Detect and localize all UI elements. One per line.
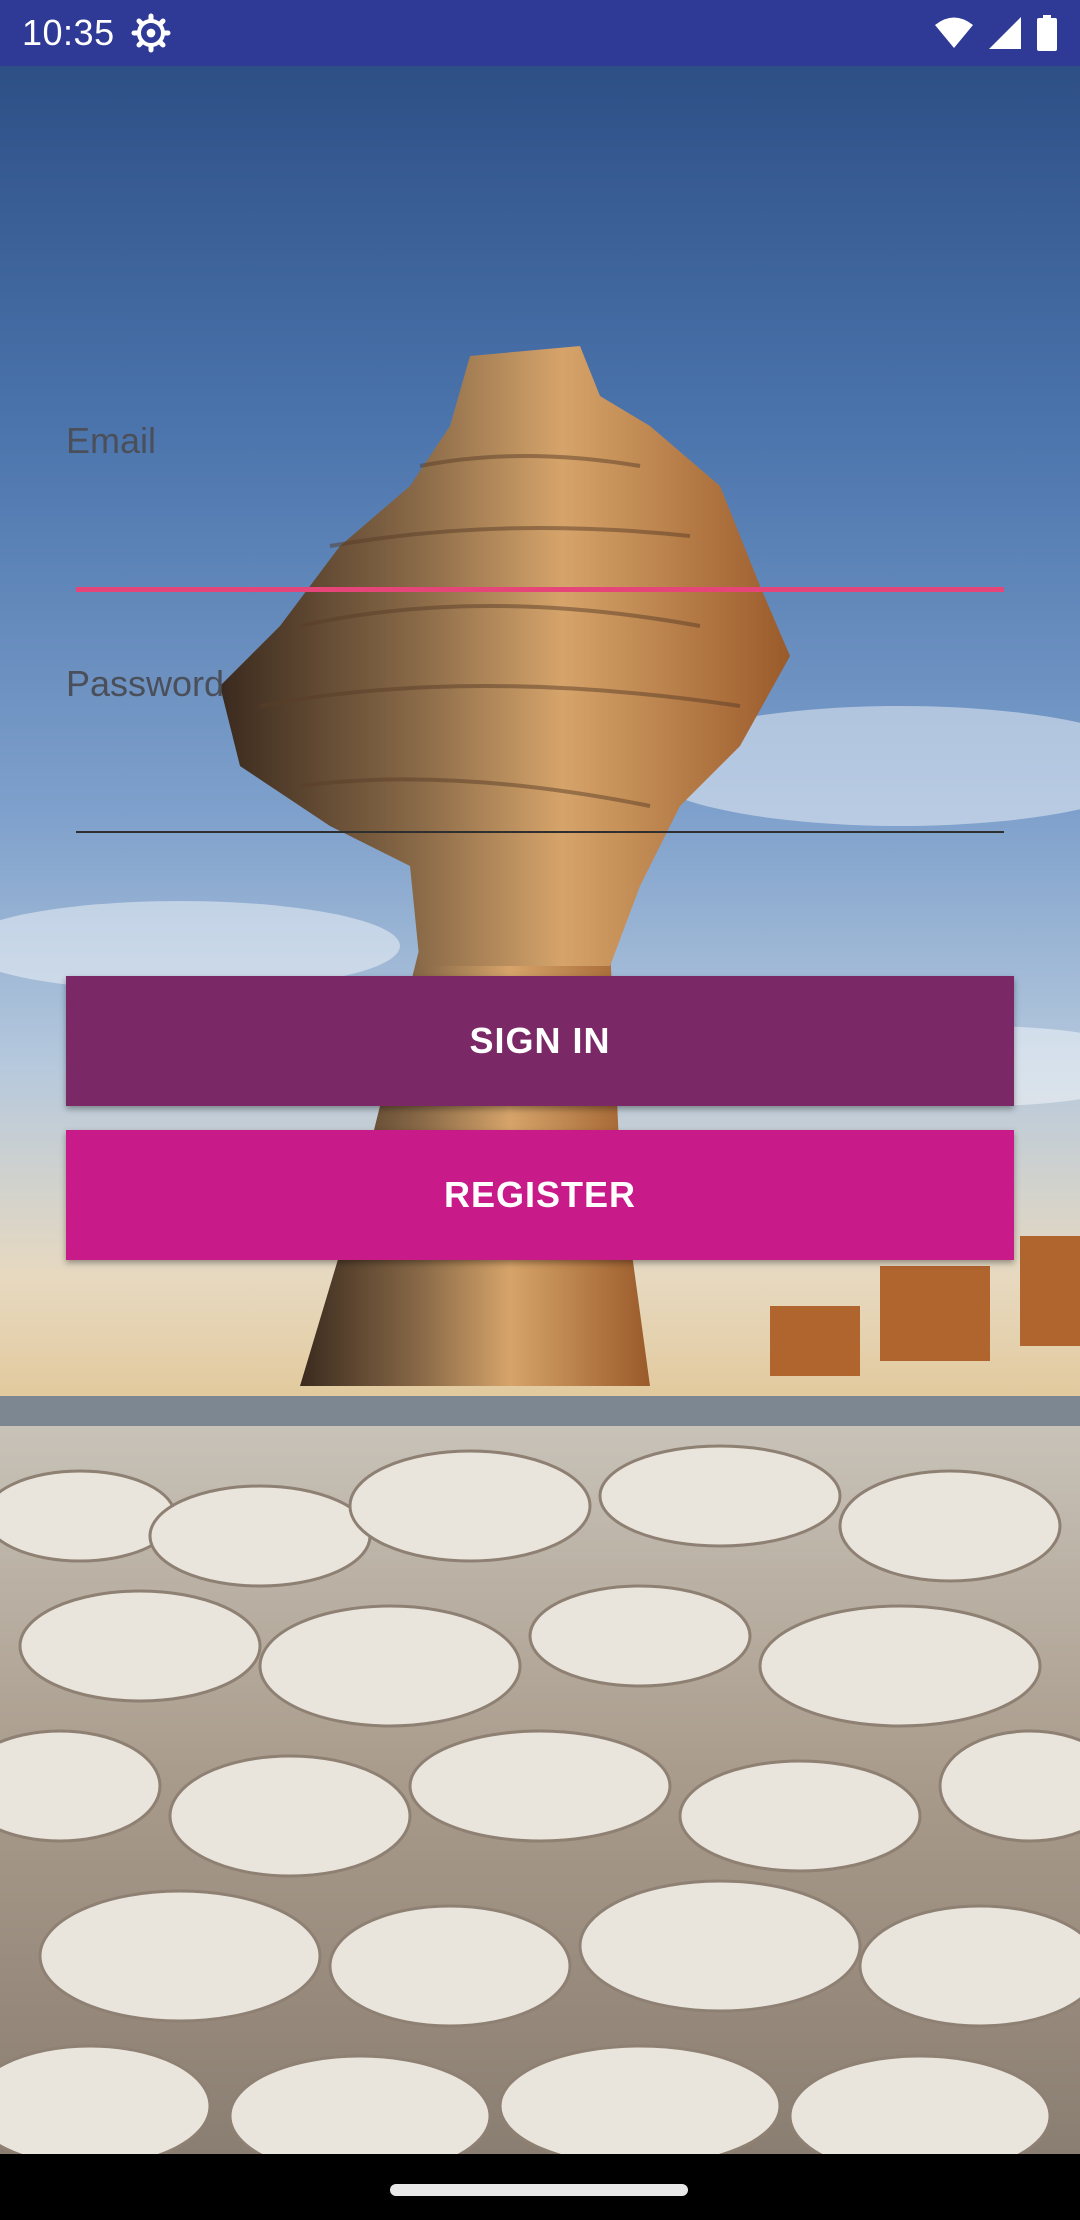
background-photo — [0, 66, 1080, 2154]
status-time: 10:35 — [22, 12, 115, 53]
email-field[interactable] — [76, 505, 1004, 585]
email-field-underline — [76, 587, 1004, 592]
sign-in-button-label: SIGN IN — [469, 1020, 611, 1061]
password-field-underline — [76, 831, 1004, 833]
password-field[interactable] — [76, 749, 1004, 829]
battery-icon — [1037, 15, 1057, 51]
signal-icon — [989, 17, 1021, 49]
settings-gear-icon — [131, 13, 171, 53]
rock-scene-illustration — [0, 346, 1080, 2154]
status-bar: 10:35 — [0, 0, 1080, 66]
password-label: Password — [66, 663, 225, 704]
navigation-bar — [0, 2154, 1080, 2220]
register-button[interactable]: REGISTER — [66, 1130, 1014, 1260]
wifi-icon — [935, 17, 973, 48]
home-indicator[interactable] — [390, 2184, 688, 2196]
email-label: Email — [66, 420, 157, 461]
register-button-label: REGISTER — [443, 1174, 637, 1215]
status-icons — [934, 15, 1058, 51]
sign-in-button[interactable]: SIGN IN — [66, 976, 1014, 1106]
